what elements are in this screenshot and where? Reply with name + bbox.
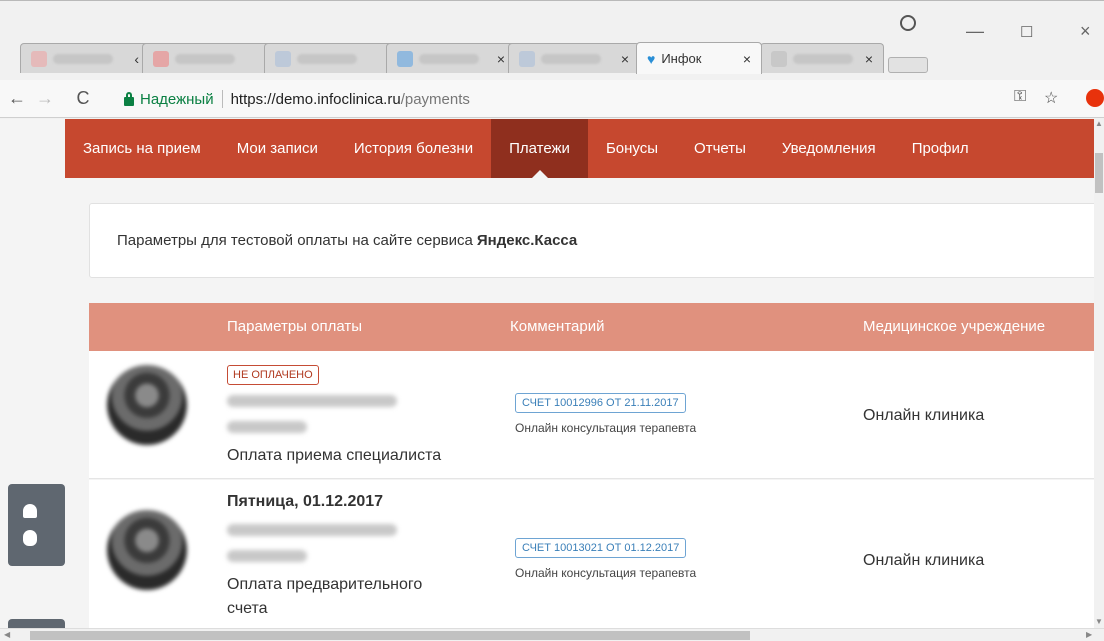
- tab-favicon: [31, 50, 47, 67]
- tab-close-icon[interactable]: ×: [497, 51, 505, 67]
- scroll-left-icon[interactable]: ◀: [4, 630, 10, 639]
- tab-title-blurred: [793, 53, 853, 64]
- apple-icon[interactable]: [22, 530, 37, 546]
- doctor-name-blurred: [227, 421, 307, 433]
- header-comment: Комментарий: [510, 318, 605, 335]
- test-payment-info: Параметры для тестовой оплаты на сайте с…: [89, 203, 1094, 278]
- doctor-name-blurred: [227, 395, 397, 407]
- table-row[interactable]: НЕ ОПЛАЧЕНО Оплата приема специалиста СЧ…: [89, 351, 1094, 479]
- browser-tab-3[interactable]: [264, 43, 394, 73]
- lock-icon: [124, 91, 134, 106]
- nav-item-payments[interactable]: Платежи: [491, 119, 588, 178]
- maximize-icon[interactable]: ☐: [1020, 23, 1033, 41]
- back-icon[interactable]: ←: [6, 88, 28, 109]
- url-path: /payments: [400, 90, 470, 108]
- nav-item-reports[interactable]: Отчеты: [676, 119, 764, 178]
- close-window-icon[interactable]: ×: [1080, 21, 1091, 42]
- invoice-badge[interactable]: СЧЕТ 10013021 ОТ 01.12.2017: [515, 538, 687, 558]
- new-tab-button[interactable]: [888, 57, 928, 73]
- status-badge: НЕ ОПЛАЧЕНО: [227, 365, 319, 385]
- scroll-down-icon[interactable]: ▼: [1095, 617, 1103, 626]
- scroll-up-icon[interactable]: ▲: [1095, 119, 1103, 128]
- tab-close-icon[interactable]: ×: [743, 51, 751, 67]
- tab-title-blurred: [53, 53, 113, 64]
- heart-favicon-icon: ♥: [647, 50, 656, 67]
- nav-item-bonuses[interactable]: Бонусы: [588, 119, 676, 178]
- key-icon[interactable]: ⚿: [1014, 88, 1026, 106]
- browser-chrome: ‹ × × ♥ Инфок × × — ☐ × ← → C Надежный h…: [0, 0, 1104, 120]
- info-service-name[interactable]: Яндекс.Касса: [477, 232, 577, 249]
- tab-favicon: [397, 50, 413, 67]
- tab-favicon: [519, 50, 535, 67]
- comment-text: Онлайн консультация терапевта: [515, 566, 697, 580]
- horizontal-scroll-thumb[interactable]: [30, 631, 750, 640]
- page-viewport: Запись на прием Мои записи История болез…: [0, 119, 1094, 628]
- clinic-name: Онлайн клиника: [863, 407, 985, 424]
- tab-title: Инфок: [661, 51, 702, 66]
- browser-tab-active[interactable]: ♥ Инфок ×: [636, 42, 762, 74]
- doctor-avatar: [107, 365, 187, 445]
- doctor-name-blurred: [227, 550, 307, 562]
- header-payment-params: Параметры оплаты: [227, 318, 363, 335]
- url-host: https://demo.infoclinica.ru: [230, 90, 401, 108]
- browser-tab-7[interactable]: ×: [760, 43, 884, 73]
- tab-close-icon[interactable]: ‹: [134, 51, 139, 67]
- vertical-scrollbar[interactable]: ▲ ▼: [1094, 119, 1104, 628]
- payments-table-header: Параметры оплаты Комментарий Медицинское…: [89, 303, 1094, 351]
- doctor-avatar: [107, 510, 187, 590]
- tab-title-blurred: [175, 53, 235, 64]
- comment-text: Онлайн консультация терапевта: [515, 421, 697, 435]
- tab-title-blurred: [419, 53, 479, 64]
- browser-tab-5[interactable]: ×: [508, 43, 640, 73]
- tab-favicon: [275, 50, 291, 67]
- address-bar[interactable]: Надежный https://demo.infoclinica.ru /pa…: [124, 86, 1004, 112]
- vertical-scroll-thumb[interactable]: [1095, 153, 1103, 193]
- tab-title-blurred: [297, 53, 357, 64]
- tab-favicon: [153, 50, 169, 67]
- info-text: Параметры для тестовой оплаты на сайте с…: [117, 232, 473, 249]
- payment-type-cont: счета: [227, 600, 268, 617]
- secure-label: Надежный: [140, 90, 214, 108]
- payment-date: Пятница, 01.12.2017: [227, 493, 384, 510]
- horizontal-scrollbar[interactable]: ◀ ▶: [0, 628, 1104, 641]
- nav-item-profile[interactable]: Профил: [894, 119, 987, 178]
- browser-tab-4[interactable]: ×: [386, 43, 516, 73]
- payment-type: Оплата приема специалиста: [227, 447, 442, 464]
- clinic-name: Онлайн клиника: [863, 552, 985, 569]
- header-medical-facility: Медицинское учреждение: [863, 318, 1046, 335]
- mobile-apps-widget: [8, 484, 65, 566]
- doctor-name-blurred: [227, 524, 397, 536]
- browser-toolbar: ← → C Надежный https://demo.infoclinica.…: [0, 80, 1104, 118]
- tab-title-blurred: [541, 53, 601, 64]
- tab-strip: ‹ × × ♥ Инфок × × — ☐ ×: [0, 0, 1104, 80]
- android-icon[interactable]: [22, 504, 37, 518]
- nav-item-appointment[interactable]: Запись на прием: [65, 119, 219, 178]
- reload-icon[interactable]: C: [72, 88, 94, 109]
- payment-type: Оплата предварительного: [227, 576, 423, 593]
- table-row[interactable]: Пятница, 01.12.2017 Оплата предварительн…: [89, 480, 1094, 628]
- bookmark-star-icon[interactable]: ☆: [1044, 88, 1058, 108]
- main-navbar: Запись на прием Мои записи История болез…: [65, 119, 1094, 178]
- address-separator: [221, 90, 223, 108]
- forward-icon[interactable]: →: [34, 88, 56, 109]
- extension-icon[interactable]: [1086, 89, 1104, 107]
- tab-favicon: [771, 50, 787, 67]
- tab-close-icon[interactable]: ×: [621, 51, 629, 67]
- profile-icon[interactable]: [900, 15, 916, 31]
- browser-tab-1[interactable]: ‹: [20, 43, 150, 73]
- nav-item-my-records[interactable]: Мои записи: [219, 119, 336, 178]
- nav-item-medical-history[interactable]: История болезни: [336, 119, 491, 178]
- scroll-right-icon[interactable]: ▶: [1086, 630, 1092, 639]
- nav-item-notifications[interactable]: Уведомления: [764, 119, 894, 178]
- tab-close-icon[interactable]: ×: [865, 51, 873, 67]
- browser-tab-2[interactable]: [142, 43, 272, 73]
- invoice-badge[interactable]: СЧЕТ 10012996 ОТ 21.11.2017: [515, 393, 686, 413]
- minimize-icon[interactable]: —: [966, 21, 984, 42]
